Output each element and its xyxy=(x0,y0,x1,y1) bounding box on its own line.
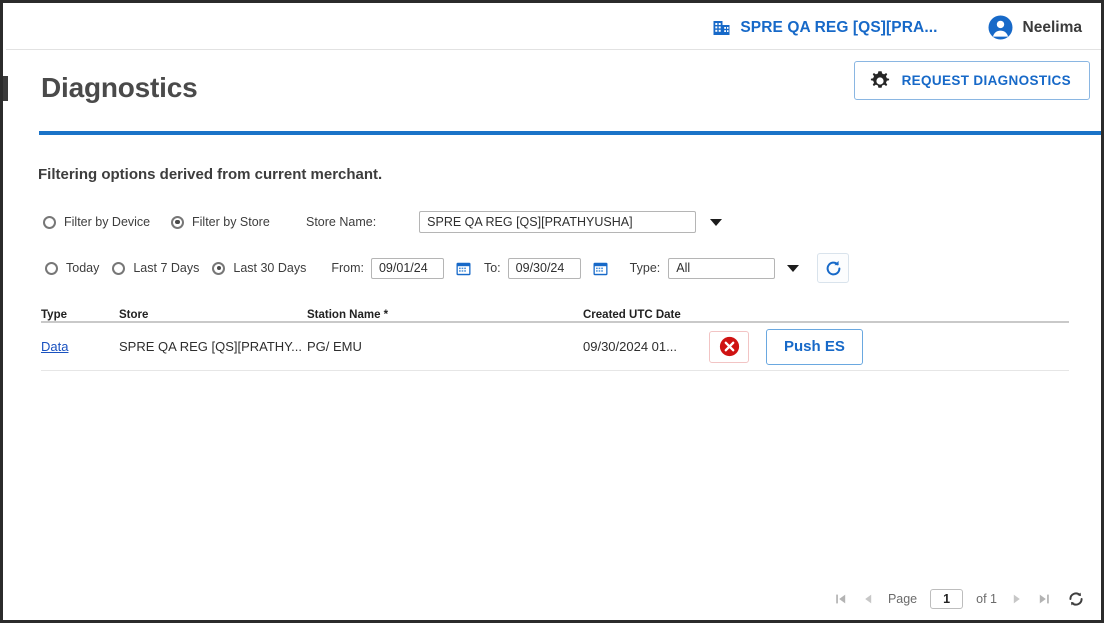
column-header-station-name: Station Name * xyxy=(307,309,389,321)
calendar-icon[interactable] xyxy=(456,261,471,276)
radio-label: Filter by Device xyxy=(64,215,151,229)
to-label: To: xyxy=(483,261,501,275)
prev-page-icon[interactable] xyxy=(861,592,875,606)
column-header-store: Store xyxy=(119,309,149,321)
pagination-bar: Page 1 of 1 xyxy=(834,589,1085,609)
radio-indicator xyxy=(45,261,58,275)
user-name-label: Neelima xyxy=(1022,18,1082,36)
radio-label: Today xyxy=(66,261,100,275)
application-window: SPRE QA REG [QS][PRA... Neelima Diagnost… xyxy=(0,0,1104,623)
refresh-circle-icon[interactable] xyxy=(1067,590,1085,608)
page-number-input[interactable]: 1 xyxy=(930,589,964,609)
chevron-down-icon[interactable] xyxy=(787,264,800,272)
radio-today[interactable]: Today xyxy=(45,261,99,275)
title-underline xyxy=(39,131,1101,135)
push-es-button[interactable]: Push ES xyxy=(766,328,863,365)
column-header-created-utc-date: Created UTC Date xyxy=(583,309,681,321)
page-label: Page xyxy=(887,592,918,606)
gear-icon xyxy=(869,70,891,92)
request-diagnostics-button[interactable]: REQUEST DIAGNOSTICS xyxy=(853,61,1090,100)
cell-store: SPRE QA REG [QS][PRATHY... xyxy=(119,339,303,354)
diagnostics-table: Type Store Station Name * Created UTC Da… xyxy=(41,299,1069,371)
radio-label: Filter by Store xyxy=(192,215,270,229)
store-name-input[interactable]: SPRE QA REG [QS][PRATHYUSHA] xyxy=(419,211,697,233)
cell-created-utc-date: 09/30/2024 01... xyxy=(583,339,677,354)
radio-indicator xyxy=(43,215,56,229)
radio-label: Last 7 Days xyxy=(133,261,200,275)
column-header-type: Type xyxy=(41,309,67,321)
refresh-filters-button[interactable] xyxy=(817,253,850,283)
delete-row-button[interactable] xyxy=(709,330,749,363)
radio-indicator xyxy=(212,261,226,275)
radio-filter-by-device[interactable]: Filter by Device xyxy=(43,215,171,229)
table-header-row: Type Store Station Name * Created UTC Da… xyxy=(41,299,1069,323)
delete-circle-icon xyxy=(719,336,740,357)
radio-indicator xyxy=(171,215,184,229)
radio-label: Last 30 Days xyxy=(233,261,307,275)
page-total-label: of 1 xyxy=(976,592,997,606)
table-row: Data SPRE QA REG [QS][PRATHY... PG/ EMU … xyxy=(41,323,1069,371)
next-page-icon[interactable] xyxy=(1010,592,1024,606)
refresh-icon xyxy=(824,259,843,278)
store-name-label: Store Name: xyxy=(306,215,377,229)
page-header: Diagnostics REQUEST DIAGNOSTICS xyxy=(6,50,1101,140)
cell-station-name: PG/ EMU xyxy=(307,339,362,354)
calendar-icon[interactable] xyxy=(593,261,608,276)
filter-row-daterange: Today Last 7 Days Last 30 Days From: 09/… xyxy=(45,253,850,283)
first-page-icon[interactable] xyxy=(834,592,848,606)
page-title: Diagnostics xyxy=(41,72,198,103)
from-label: From: xyxy=(331,261,364,275)
last-page-icon[interactable] xyxy=(1037,592,1051,606)
data-link[interactable]: Data xyxy=(41,339,68,354)
merchant-label: SPRE QA REG [QS][PRA... xyxy=(740,18,938,36)
type-label: Type: xyxy=(629,261,661,275)
radio-filter-by-store[interactable]: Filter by Store xyxy=(171,215,306,229)
from-date-input[interactable]: 09/01/24 xyxy=(370,257,444,279)
left-accent-bar xyxy=(3,76,8,101)
user-menu[interactable]: Neelima xyxy=(988,15,1082,40)
radio-last-30-days[interactable]: Last 30 Days xyxy=(212,261,306,275)
user-avatar-icon xyxy=(988,15,1013,40)
filters-note: Filtering options derived from current m… xyxy=(38,166,383,183)
radio-last-7-days[interactable]: Last 7 Days xyxy=(112,261,199,275)
top-bar: SPRE QA REG [QS][PRA... Neelima xyxy=(6,6,1101,50)
radio-indicator xyxy=(112,261,126,275)
merchant-selector[interactable]: SPRE QA REG [QS][PRA... xyxy=(712,18,937,37)
chevron-down-icon[interactable] xyxy=(710,218,723,226)
filter-row-scope: Filter by Device Filter by Store Store N… xyxy=(43,211,723,233)
to-date-input[interactable]: 09/30/24 xyxy=(507,257,581,279)
building-icon xyxy=(712,18,731,37)
type-select[interactable]: All xyxy=(668,257,776,279)
request-diagnostics-label: REQUEST DIAGNOSTICS xyxy=(901,73,1071,88)
cell-type: Data xyxy=(41,339,119,354)
